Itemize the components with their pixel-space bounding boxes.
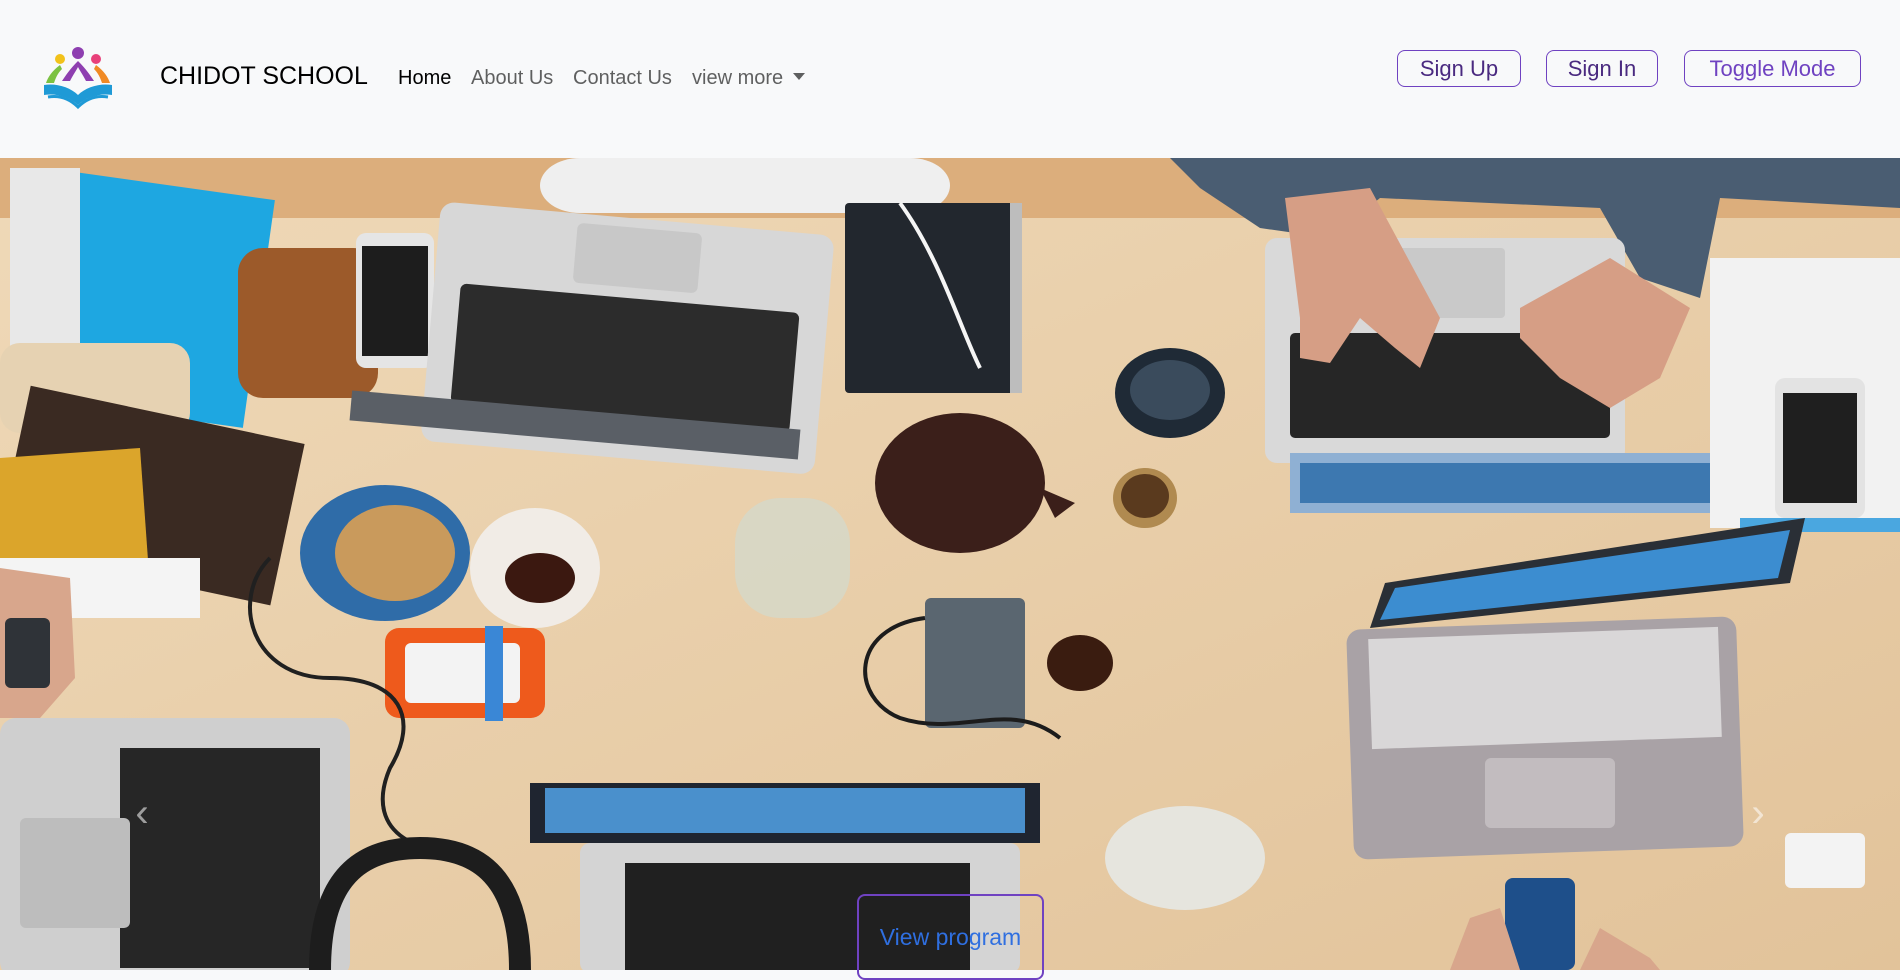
hero-carousel: ‹ › xyxy=(0,158,1900,970)
view-more-label: view more xyxy=(692,67,784,89)
toggle-mode-button[interactable]: Toggle Mode xyxy=(1684,50,1861,87)
sign-up-button[interactable]: Sign Up xyxy=(1397,50,1521,87)
top-navbar: CHIDOT SCHOOL Home About Us Contact Us v… xyxy=(0,0,1900,158)
chevron-left-icon: ‹ xyxy=(135,791,149,835)
workspace-desk-photo xyxy=(0,158,1900,970)
brand-name[interactable]: CHIDOT SCHOOL xyxy=(160,62,368,91)
sign-in-button[interactable]: Sign In xyxy=(1546,50,1658,87)
nav-link-about-us[interactable]: About Us xyxy=(471,67,553,90)
school-logo-icon[interactable] xyxy=(40,45,116,110)
nav-link-home[interactable]: Home xyxy=(398,67,451,90)
nav-link-contact-us[interactable]: Contact Us xyxy=(573,67,672,90)
nav-dropdown-view-more[interactable]: view more xyxy=(692,67,806,90)
carousel-next-control[interactable]: › xyxy=(1738,788,1778,838)
chevron-right-icon: › xyxy=(1751,791,1765,835)
carousel-prev-control[interactable]: ‹ xyxy=(122,788,162,838)
caret-down-icon xyxy=(793,73,806,81)
view-program-button[interactable]: View program xyxy=(857,894,1044,980)
